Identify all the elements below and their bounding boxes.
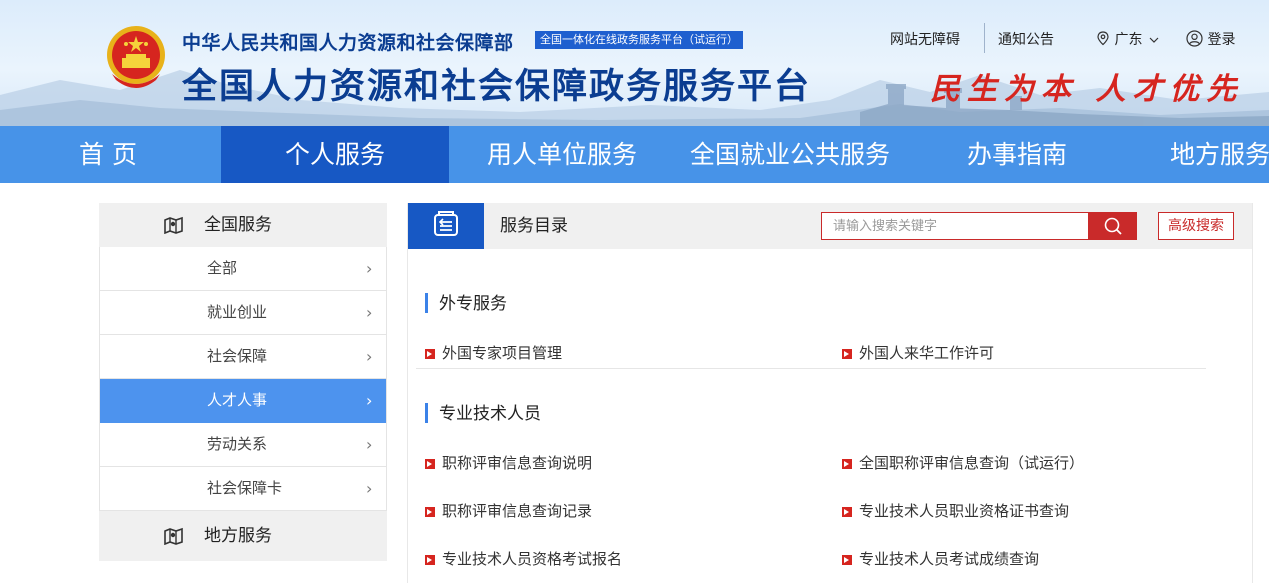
- sidebar-item-label: 全部: [207, 259, 238, 277]
- region-selector[interactable]: 广东: [1096, 29, 1159, 49]
- catalog-header: 服务目录 高级搜索: [408, 203, 1252, 249]
- service-label: 外国人来华工作许可: [859, 344, 995, 362]
- catalog-title: 服务目录: [500, 216, 568, 236]
- catalog-icon-box: [408, 203, 484, 249]
- service-label: 专业技术人员职业资格证书查询: [859, 502, 1070, 520]
- service-link[interactable]: 全国职称评审信息查询（试运行）: [842, 453, 1084, 473]
- nav-local-services[interactable]: 地方服务: [1160, 126, 1269, 183]
- arrow-bullet-icon: [842, 555, 852, 565]
- catalog-icon: [434, 211, 458, 236]
- platform-title: 全国人力资源和社会保障政务服务平台: [182, 67, 812, 107]
- nav-home[interactable]: 首 页: [58, 126, 158, 183]
- service-link[interactable]: 专业技术人员职业资格证书查询: [842, 501, 1069, 521]
- national-services-label: 全国服务: [204, 215, 272, 235]
- sidebar-item-talent-personnel[interactable]: 人才人事 ›: [100, 379, 386, 423]
- accessibility-link[interactable]: 网站无障碍: [890, 29, 960, 49]
- user-icon: [1186, 30, 1203, 47]
- sidebar-item-employment[interactable]: 就业创业 ›: [100, 291, 386, 335]
- sidebar-item-label: 社会保障卡: [207, 479, 283, 497]
- search-input[interactable]: [822, 213, 1090, 239]
- arrow-bullet-icon: [425, 555, 435, 565]
- local-services-heading[interactable]: 地方服务: [99, 511, 387, 561]
- sidebar-item-social-security[interactable]: 社会保障 ›: [100, 335, 386, 379]
- chevron-right-icon: ›: [366, 435, 373, 454]
- chevron-right-icon: ›: [366, 347, 373, 366]
- sidebar-item-label: 人才人事: [207, 391, 268, 409]
- search-box: [821, 212, 1090, 240]
- section-divider: [416, 368, 1206, 369]
- chevron-right-icon: ›: [366, 259, 373, 278]
- top-links: 网站无障碍 通知公告 广东 登录: [0, 23, 1269, 53]
- service-label: 外国专家项目管理: [442, 344, 563, 362]
- local-services-label: 地方服务: [204, 526, 272, 546]
- sidebar-item-label: 就业创业: [207, 303, 268, 321]
- service-link[interactable]: 职称评审信息查询说明: [425, 453, 592, 473]
- sidebar-item-social-security-card[interactable]: 社会保障卡 ›: [100, 467, 386, 511]
- sidebar-item-all[interactable]: 全部 ›: [100, 247, 386, 291]
- service-label: 职称评审信息查询说明: [442, 454, 593, 472]
- sidebar-item-labor-relations[interactable]: 劳动关系 ›: [100, 423, 386, 467]
- advanced-search-button[interactable]: 高级搜索: [1158, 212, 1234, 240]
- sidebar-list: 全部 › 就业创业 › 社会保障 › 人才人事 › 劳动关系 › 社会保障卡 ›: [99, 247, 387, 511]
- arrow-bullet-icon: [842, 459, 852, 469]
- arrow-bullet-icon: [842, 349, 852, 359]
- notice-link[interactable]: 通知公告: [998, 29, 1054, 49]
- location-pin-icon: [1097, 31, 1109, 46]
- nav-personal-services[interactable]: 个人服务: [221, 126, 449, 183]
- sidebar: 全国服务 全部 › 就业创业 › 社会保障 › 人才人事 › 劳动关系 › 社会…: [99, 203, 387, 561]
- site-header: 中华人民共和国人力资源和社会保障部 全国一体化在线政务服务平台（试运行） 全国人…: [0, 0, 1269, 126]
- service-link[interactable]: 专业技术人员考试成绩查询: [842, 549, 1039, 569]
- sidebar-item-label: 劳动关系: [207, 435, 268, 453]
- service-link[interactable]: 职称评审信息查询记录: [425, 501, 592, 521]
- arrow-bullet-icon: [425, 507, 435, 517]
- sidebar-item-label: 社会保障: [207, 347, 268, 365]
- service-catalog-panel: 服务目录 高级搜索 外专服务 外国专家项目管理 外国人来华工作许可 专业技术人员…: [407, 203, 1253, 583]
- login-link[interactable]: 登录: [1186, 29, 1235, 49]
- login-label: 登录: [1207, 32, 1236, 48]
- chevron-right-icon: ›: [366, 479, 373, 498]
- service-link[interactable]: 专业技术人员资格考试报名: [425, 549, 622, 569]
- nav-employment-services[interactable]: 全国就业公共服务: [682, 126, 898, 183]
- arrow-bullet-icon: [425, 459, 435, 469]
- chevron-right-icon: ›: [366, 391, 373, 410]
- link-divider: [984, 23, 985, 53]
- map-icon: [164, 527, 183, 545]
- search-button[interactable]: [1089, 212, 1137, 240]
- service-link[interactable]: 外国人来华工作许可: [842, 343, 994, 363]
- nav-employer-services[interactable]: 用人单位服务: [474, 126, 650, 183]
- section-title-professional-technical: 专业技术人员: [425, 403, 541, 424]
- service-link[interactable]: 外国专家项目管理: [425, 343, 562, 363]
- slogan: 民生为本 人才优先: [930, 72, 1244, 107]
- service-label: 全国职称评审信息查询（试运行）: [859, 454, 1085, 472]
- chevron-down-icon: [1149, 37, 1159, 43]
- service-label: 专业技术人员资格考试报名: [442, 550, 623, 568]
- chevron-right-icon: ›: [366, 303, 373, 322]
- main-nav: 首 页 个人服务 用人单位服务 全国就业公共服务 办事指南 地方服务: [0, 126, 1269, 183]
- section-title-foreign-experts: 外专服务: [425, 293, 507, 314]
- service-label: 职称评审信息查询记录: [442, 502, 593, 520]
- arrow-bullet-icon: [842, 507, 852, 517]
- search-icon: [1104, 217, 1122, 235]
- service-label: 专业技术人员考试成绩查询: [859, 550, 1040, 568]
- region-label: 广东: [1114, 32, 1143, 48]
- national-services-heading[interactable]: 全国服务: [99, 203, 387, 247]
- map-icon: [164, 216, 183, 234]
- arrow-bullet-icon: [425, 349, 435, 359]
- nav-guide[interactable]: 办事指南: [950, 126, 1084, 183]
